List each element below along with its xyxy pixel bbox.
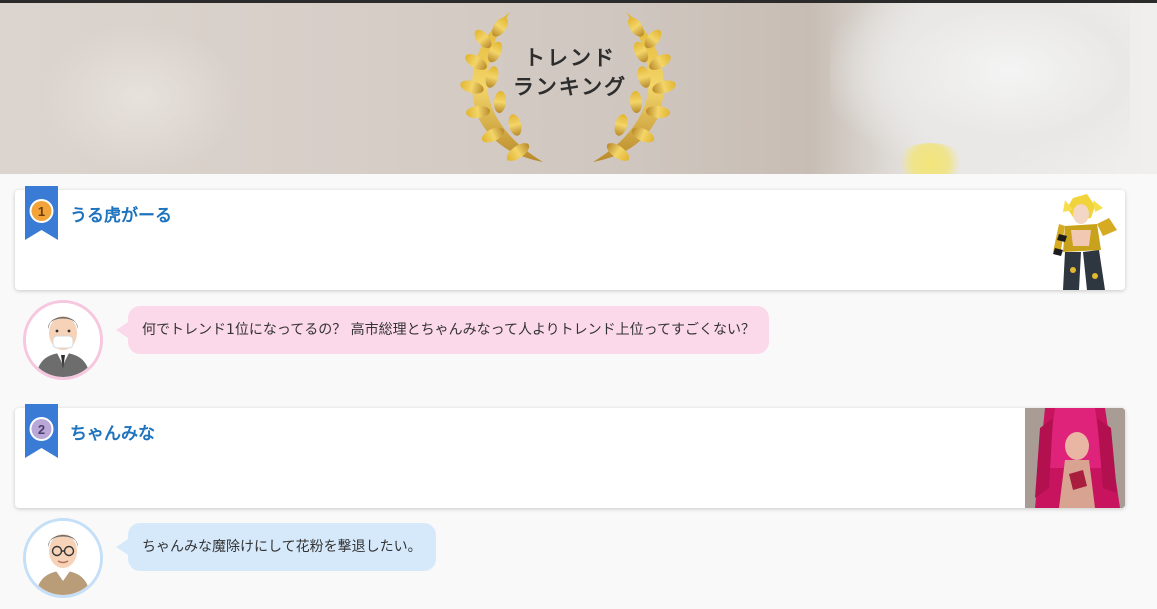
- ranking-card-2[interactable]: 2 ちゃんみな: [15, 404, 1125, 508]
- title-line-1: トレンド: [524, 45, 616, 70]
- commenter-avatar: [23, 518, 103, 598]
- ranking-name[interactable]: うる虎がーる: [70, 201, 172, 226]
- title-line-2: ランキング: [512, 74, 628, 99]
- ranking-thumbnail[interactable]: [1025, 408, 1125, 508]
- trend-ranking-header: トレンド ランキング: [0, 3, 1157, 174]
- comment-bubble: 何でトレンド1位になってるの？ 高市総理とちゃんみなって人よりトレンド上位ってす…: [116, 306, 769, 354]
- man-with-mask-avatar-icon: [26, 303, 100, 377]
- page-title: トレンド ランキング: [470, 43, 670, 101]
- rank-number: 1: [38, 204, 45, 219]
- commenter-avatar: [23, 300, 103, 380]
- ranking-card-1[interactable]: 1 うる虎がーる: [15, 186, 1125, 290]
- rank-ribbon-icon: 2: [25, 404, 58, 458]
- ranking-thumbnail[interactable]: [1035, 190, 1125, 290]
- comment-bubble: ちゃんみな魔除けにして花粉を撃退したい。: [116, 523, 436, 571]
- rank-number: 2: [38, 422, 45, 437]
- character-thumbnail-image: [1035, 190, 1125, 290]
- rank-ribbon-icon: 1: [25, 186, 58, 240]
- man-with-glasses-avatar-icon: [26, 521, 100, 595]
- ranking-name[interactable]: ちゃんみな: [70, 419, 155, 444]
- artist-thumbnail-image: [1025, 408, 1125, 508]
